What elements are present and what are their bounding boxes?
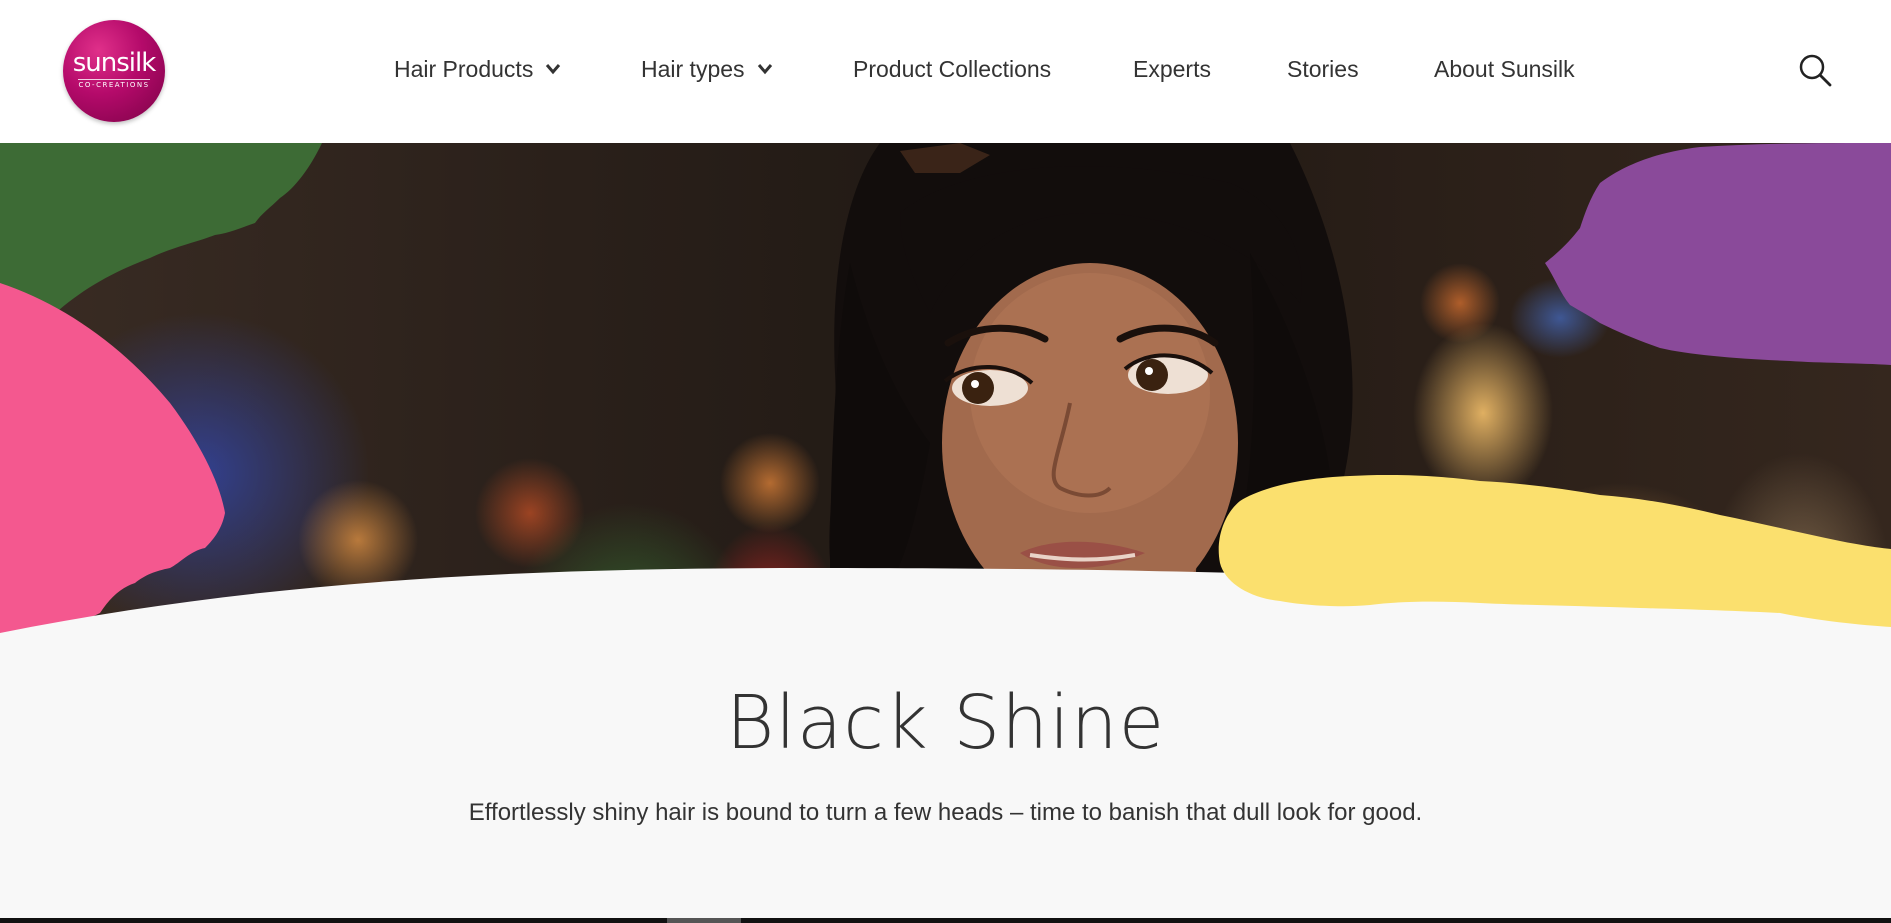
chevron-down-icon	[546, 64, 561, 75]
search-icon[interactable]	[1798, 53, 1832, 87]
bottom-scroll-track	[0, 918, 1891, 923]
nav-item-product-collections[interactable]: Product Collections	[853, 52, 1051, 86]
purple-brush	[1545, 143, 1891, 365]
nav-item-stories[interactable]: Stories	[1287, 52, 1359, 86]
hero-banner	[0, 143, 1891, 643]
main-nav: Hair Products Hair types Product Collect…	[0, 52, 1891, 86]
nav-label: Experts	[1133, 55, 1211, 82]
nav-item-hair-types[interactable]: Hair types	[641, 52, 773, 86]
hero-illustration	[0, 143, 1891, 643]
yellow-brush	[1218, 474, 1891, 627]
pink-brush	[0, 283, 225, 635]
nav-item-experts[interactable]: Experts	[1133, 52, 1211, 86]
nav-item-about-sunsilk[interactable]: About Sunsilk	[1434, 52, 1575, 86]
nav-item-hair-products[interactable]: Hair Products	[394, 52, 561, 86]
nav-label: Hair Products	[394, 55, 534, 82]
page-title: Black Shine	[725, 680, 1166, 766]
chevron-down-icon	[757, 64, 772, 75]
nav-label: Product Collections	[853, 55, 1052, 82]
nav-label: About Sunsilk	[1434, 55, 1575, 82]
nav-label: Stories	[1287, 55, 1359, 82]
nav-label: Hair types	[641, 55, 745, 82]
page-subtitle: Effortlessly shiny hair is bound to turn…	[468, 799, 1423, 826]
site-header: sunsilk CO-CREATIONS Hair Products Hair …	[0, 0, 1891, 143]
bottom-scroll-thumb[interactable]	[667, 918, 741, 923]
